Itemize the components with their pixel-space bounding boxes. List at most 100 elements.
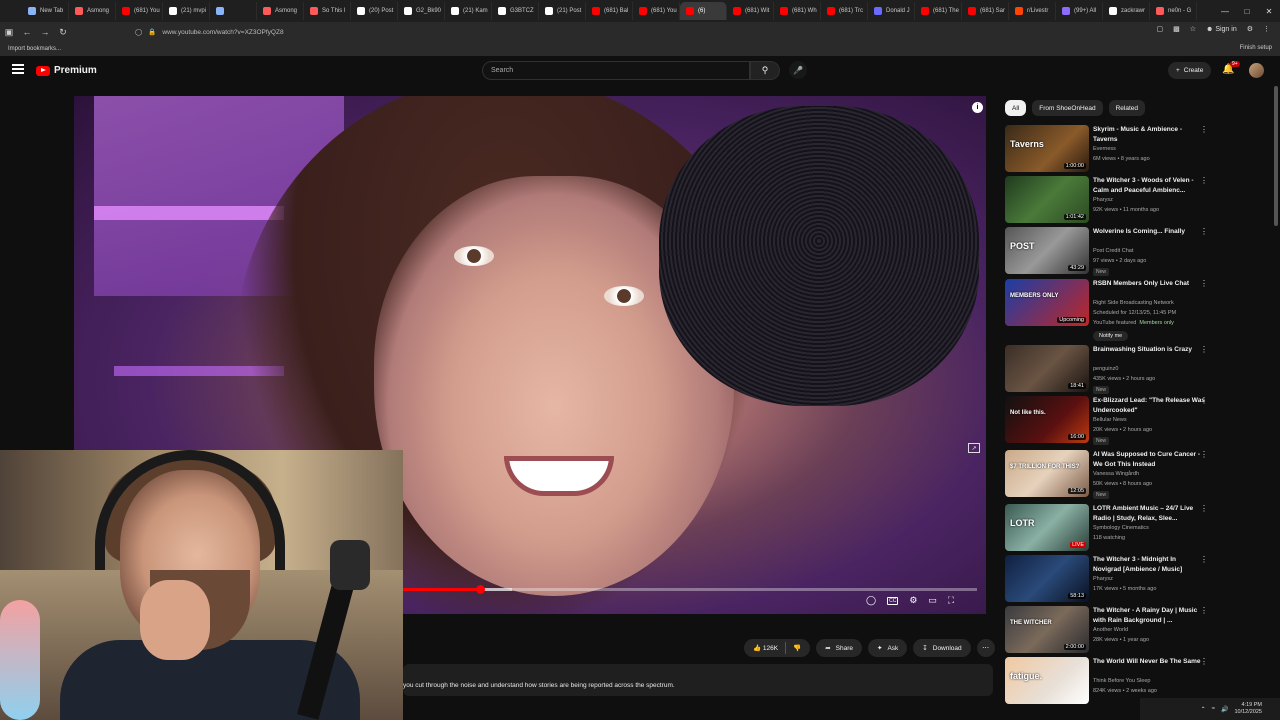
- more-options-icon[interactable]: ⋮: [1200, 227, 1208, 236]
- more-options-icon[interactable]: ⋮: [1200, 504, 1208, 513]
- video-thumbnail[interactable]: LOTR LIVE: [1005, 504, 1089, 551]
- dislike-button[interactable]: 👎: [793, 644, 801, 652]
- more-options-icon[interactable]: ⋮: [1200, 555, 1208, 564]
- video-title[interactable]: RSBN Members Only Live Chat: [1093, 279, 1205, 289]
- account-avatar[interactable]: [1249, 63, 1264, 78]
- search-button[interactable]: ⚲: [750, 61, 780, 80]
- channel-name[interactable]: Right Side Broadcasting Network: [1093, 299, 1208, 309]
- back-icon[interactable]: ←: [18, 23, 36, 41]
- filter-chip[interactable]: Related: [1108, 100, 1146, 116]
- forward-icon[interactable]: →: [36, 23, 54, 41]
- browser-tab[interactable]: r/Livestr: [1009, 2, 1056, 20]
- video-thumbnail[interactable]: THE WITCHER 2:00:00: [1005, 606, 1089, 653]
- channel-name[interactable]: Everness: [1093, 145, 1208, 155]
- import-bookmarks-link[interactable]: Import bookmarks...: [8, 46, 61, 52]
- channel-name[interactable]: Think Before You Sleep: [1093, 677, 1208, 687]
- channel-name[interactable]: Pharysz: [1093, 575, 1208, 585]
- video-title[interactable]: The Witcher 3 - Midnight In Novigrad [Am…: [1093, 555, 1205, 574]
- settings-gear-icon[interactable]: ⚙: [909, 595, 917, 606]
- video-title[interactable]: LOTR Ambient Music – 24/7 Live Radio | S…: [1093, 504, 1205, 523]
- video-thumbnail[interactable]: POST 43:29: [1005, 227, 1089, 274]
- more-options-icon[interactable]: ⋮: [1200, 279, 1208, 288]
- channel-name[interactable]: Post Credit Chat: [1093, 247, 1208, 257]
- channel-name[interactable]: Bellular News: [1093, 416, 1208, 426]
- volume-icon[interactable]: 🔊: [1221, 706, 1228, 713]
- youtube-logo[interactable]: Premium: [36, 65, 97, 76]
- video-thumbnail[interactable]: 1:01:42: [1005, 176, 1089, 223]
- more-options-icon[interactable]: ⋮: [1200, 657, 1208, 666]
- video-title[interactable]: Brainwashing Situation is Crazy: [1093, 345, 1205, 355]
- wifi-icon[interactable]: ≈: [1212, 706, 1215, 712]
- maximize-icon[interactable]: □: [1236, 0, 1258, 22]
- close-icon[interactable]: ✕: [1258, 0, 1280, 22]
- video-thumbnail[interactable]: MEMBERS ONLY Upcoming: [1005, 279, 1089, 326]
- browser-tab[interactable]: (681) Wh: [774, 2, 821, 20]
- video-thumbnail[interactable]: fatigue.: [1005, 657, 1089, 704]
- autoplay-toggle-icon[interactable]: ◯: [866, 595, 876, 606]
- video-thumbnail[interactable]: Not like this. 16:00: [1005, 396, 1089, 443]
- picture-in-picture-icon[interactable]: ▩: [1173, 25, 1180, 33]
- tray-chevron-icon[interactable]: ⌃: [1201, 706, 1206, 713]
- video-thumbnail[interactable]: 58:13: [1005, 555, 1089, 602]
- video-title[interactable]: AI Was Supposed to Cure Cancer - We Got …: [1093, 450, 1205, 469]
- video-progress-bar[interactable]: [403, 585, 977, 594]
- share-button[interactable]: ➦ Share: [816, 639, 862, 657]
- browser-tab[interactable]: (681) You: [116, 2, 163, 20]
- browser-tab[interactable]: Asmong: [69, 2, 116, 20]
- video-thumbnail[interactable]: 18:41: [1005, 345, 1089, 392]
- browser-tab[interactable]: (21) mvpi: [163, 2, 210, 20]
- channel-name[interactable]: Symbology Cinematics: [1093, 524, 1208, 534]
- video-thumbnail[interactable]: $7 TRILLION FOR THIS? 12:05: [1005, 450, 1089, 497]
- download-button[interactable]: ↧ Download: [913, 639, 971, 657]
- like-button[interactable]: 👍 126K: [753, 644, 778, 652]
- browser-tab[interactable]: Donald J: [868, 2, 915, 20]
- browser-tab[interactable]: Asmong: [257, 2, 304, 20]
- browser-tab[interactable]: ne0n - G: [1150, 2, 1197, 20]
- fullscreen-icon[interactable]: ⛶: [948, 595, 954, 606]
- filter-chip[interactable]: From ShoeOnHead: [1032, 100, 1103, 116]
- browser-tab[interactable]: zackrawr: [1103, 2, 1150, 20]
- page-scrollbar[interactable]: [1274, 86, 1278, 226]
- video-title[interactable]: The Witcher - A Rainy Day | Music with R…: [1093, 606, 1205, 625]
- more-options-icon[interactable]: ⋮: [1200, 606, 1208, 615]
- browser-tab[interactable]: (681) You: [633, 2, 680, 20]
- browser-tab[interactable]: (681) Wit: [727, 2, 774, 20]
- create-button[interactable]: + Create: [1168, 62, 1212, 79]
- clock[interactable]: 4:19 PM 10/12/2025: [1234, 702, 1262, 716]
- more-options-icon[interactable]: ⋮: [1200, 396, 1208, 405]
- theater-mode-icon[interactable]: ▭: [928, 595, 937, 606]
- reload-icon[interactable]: ↻: [54, 23, 72, 41]
- subtitles-icon[interactable]: CC: [887, 596, 899, 605]
- extensions-icon[interactable]: ⚙: [1247, 25, 1253, 33]
- browser-tab[interactable]: (681) The: [915, 2, 962, 20]
- video-title[interactable]: Skyrim - Music & Ambience - Taverns: [1093, 125, 1205, 144]
- video-thumbnail[interactable]: Taverns 1:00:00: [1005, 125, 1089, 172]
- channel-name[interactable]: Pharysz: [1093, 196, 1208, 206]
- sidebar-toggle-icon[interactable]: ▣: [0, 23, 18, 41]
- sign-in-button[interactable]: ☻ Sign in: [1206, 26, 1237, 33]
- channel-name[interactable]: Vanessa Wingårdh: [1093, 470, 1208, 480]
- browser-tab[interactable]: (21) Kam: [445, 2, 492, 20]
- voice-search-button[interactable]: 🎤: [789, 61, 807, 79]
- miniplayer-icon[interactable]: ↗: [968, 443, 980, 453]
- url-field[interactable]: ◯ 🔒 www.youtube.com/watch?v=XZ3OPfyQZ8: [135, 24, 1095, 40]
- browser-tab[interactable]: (20) Post: [351, 2, 398, 20]
- more-options-icon[interactable]: ⋮: [1200, 125, 1208, 134]
- browser-tab[interactable]: New Tab: [22, 2, 69, 20]
- browser-tab[interactable]: (6): [680, 2, 727, 20]
- browser-tab[interactable]: (681) Trc: [821, 2, 868, 20]
- more-options-icon[interactable]: ⋮: [1200, 176, 1208, 185]
- video-title[interactable]: Wolverine Is Coming... Finally: [1093, 227, 1205, 237]
- video-title[interactable]: Ex-Blizzard Lead: "The Release Was Under…: [1093, 396, 1205, 415]
- more-options-icon[interactable]: ⋮: [1200, 345, 1208, 354]
- notify-me-button[interactable]: Notify me: [1093, 331, 1129, 341]
- browser-tab[interactable]: G2_Bk90: [398, 2, 445, 20]
- search-input[interactable]: Search: [482, 61, 750, 80]
- ask-button[interactable]: ✦ Ask: [868, 639, 908, 657]
- video-title[interactable]: The World Will Never Be The Same: [1093, 657, 1205, 667]
- browser-tab[interactable]: So This I: [304, 2, 351, 20]
- minimize-icon[interactable]: —: [1214, 0, 1236, 22]
- menu-icon[interactable]: ⋮: [1263, 25, 1270, 33]
- description-box[interactable]: [403, 664, 993, 696]
- channel-name[interactable]: Another World: [1093, 626, 1208, 636]
